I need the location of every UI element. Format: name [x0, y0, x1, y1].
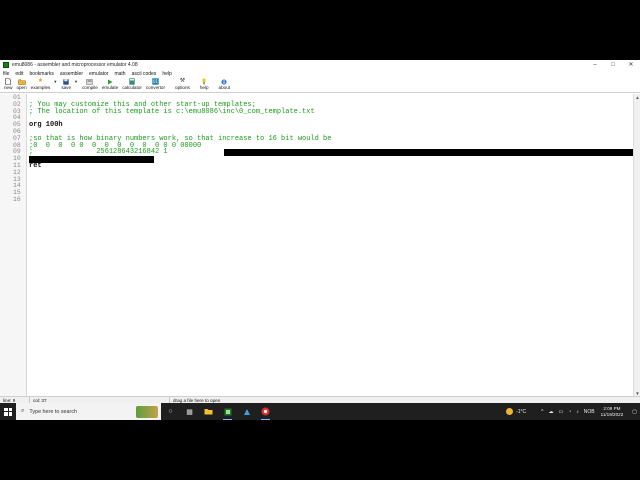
- convertor-button[interactable]: 01 convertor: [146, 78, 165, 91]
- emulate-play-icon: [106, 78, 114, 85]
- close-button[interactable]: ✕: [622, 60, 640, 69]
- code-line: org 100h: [29, 121, 63, 130]
- network-icon[interactable]: ◔: [568, 409, 571, 415]
- app-taskbar-icon[interactable]: [237, 403, 256, 420]
- app-icon: [3, 61, 9, 68]
- svg-text:01: 01: [153, 79, 159, 84]
- options-tools-icon: ⚒: [179, 78, 186, 84]
- status-bar: line: 9 col: 37 drag a file here to open: [0, 396, 640, 404]
- vertical-scrollbar[interactable]: ▲ ▼: [633, 94, 640, 397]
- about-button[interactable]: about: [219, 78, 230, 91]
- convertor-icon: 01: [151, 78, 159, 85]
- language-indicator[interactable]: NOB: [584, 409, 595, 415]
- menu-math[interactable]: math: [114, 71, 125, 77]
- menu-bookmarks[interactable]: bookmarks: [29, 71, 53, 77]
- maximize-button[interactable]: □: [604, 60, 622, 69]
- weather-temperature: -1°C: [516, 408, 527, 415]
- new-file-icon: [4, 78, 12, 85]
- save-dropdown-icon[interactable]: ▼: [74, 79, 78, 84]
- open-folder-icon: [17, 78, 26, 85]
- widgets-icon[interactable]: ▦: [180, 403, 199, 420]
- title-bar: emu8086 - assembler and microprocessor e…: [0, 60, 640, 69]
- clock-date: 11/19/2022: [600, 411, 624, 417]
- menu-help[interactable]: help: [162, 71, 171, 77]
- new-button[interactable]: new: [4, 78, 12, 91]
- help-button[interactable]: help: [200, 78, 209, 91]
- taskbar-search-box[interactable]: ⌕ Type here to search: [16, 403, 161, 420]
- compile-icon: [86, 78, 94, 85]
- system-tray: -1°C ^ ☁ ▭ ◔ ♪ NOB 2:09 PM 11/19/2022 ▢: [506, 403, 640, 420]
- examples-button[interactable]: ★ examples: [31, 78, 51, 91]
- menu-ascii-codes[interactable]: ascii codes: [132, 71, 157, 77]
- search-placeholder: Type here to search: [29, 408, 78, 415]
- code-line: ; The location of this template is c:\em…: [29, 107, 315, 116]
- emulate-button[interactable]: emulate: [102, 78, 118, 91]
- menu-bar: file edit bookmarks assembler emulator m…: [0, 69, 640, 78]
- menu-edit[interactable]: edit: [15, 71, 23, 77]
- emu8086-window: emu8086 - assembler and microprocessor e…: [0, 60, 640, 404]
- selection-highlight: [224, 149, 633, 157]
- notification-icon[interactable]: ▢: [632, 409, 637, 415]
- recorder-taskbar-icon[interactable]: [256, 403, 275, 420]
- code-line: ret: [29, 162, 42, 170]
- options-button[interactable]: ⚒ options: [175, 78, 190, 91]
- menu-emulator[interactable]: emulator: [89, 71, 108, 77]
- about-icon: [220, 78, 228, 85]
- volume-icon[interactable]: ♪: [576, 409, 579, 415]
- task-view-icon[interactable]: ○: [161, 403, 180, 420]
- windows-logo-icon: [4, 407, 12, 416]
- minimize-button[interactable]: –: [586, 60, 604, 69]
- save-disk-icon: [62, 78, 70, 85]
- code-line: ; 256128643216842 1: [29, 148, 168, 157]
- taskbar-clock[interactable]: 2:09 PM 11/19/2022: [601, 406, 624, 418]
- file-explorer-icon[interactable]: [199, 403, 218, 420]
- start-button[interactable]: [0, 403, 16, 420]
- compile-button[interactable]: compile: [82, 78, 98, 91]
- menu-assembler[interactable]: assembler: [60, 71, 83, 77]
- video-frame: emu8086 - assembler and microprocessor e…: [0, 0, 640, 480]
- toolbar: new open ★ examples ▼ save ▼ compile emu…: [0, 78, 640, 93]
- calculator-button[interactable]: calculator: [122, 78, 142, 91]
- search-icon: ⌕: [21, 408, 25, 414]
- examples-dropdown-icon[interactable]: ▼: [53, 79, 57, 84]
- code-editor[interactable]: 01 02 03 04 05 06 07 08 09 10 11 12 13 1…: [0, 94, 633, 397]
- code-text-area[interactable]: ; You may customize this and other start…: [0, 94, 633, 397]
- menu-file[interactable]: file: [3, 71, 9, 77]
- save-button[interactable]: save: [61, 78, 71, 91]
- scroll-up-icon[interactable]: ▲: [634, 94, 640, 101]
- examples-star-icon: ★: [37, 78, 44, 84]
- weather-sun-icon: [506, 408, 514, 415]
- cloud-icon[interactable]: ☁: [549, 409, 554, 415]
- search-highlight-image: [136, 406, 158, 418]
- chevron-up-icon[interactable]: ^: [541, 409, 543, 415]
- window-title: emu8086 - assembler and microprocessor e…: [12, 61, 138, 68]
- weather-widget[interactable]: -1°C: [506, 408, 526, 415]
- selection-highlight: [29, 156, 154, 163]
- open-button[interactable]: open: [16, 78, 27, 91]
- emu8086-taskbar-icon[interactable]: [218, 403, 237, 420]
- windows-taskbar: ⌕ Type here to search ○ ▦ -1°C ^ ☁ ▭ ◔ ♪…: [0, 403, 640, 420]
- battery-icon[interactable]: ▭: [559, 409, 564, 415]
- calculator-icon: [128, 78, 136, 85]
- help-icon: [200, 78, 208, 85]
